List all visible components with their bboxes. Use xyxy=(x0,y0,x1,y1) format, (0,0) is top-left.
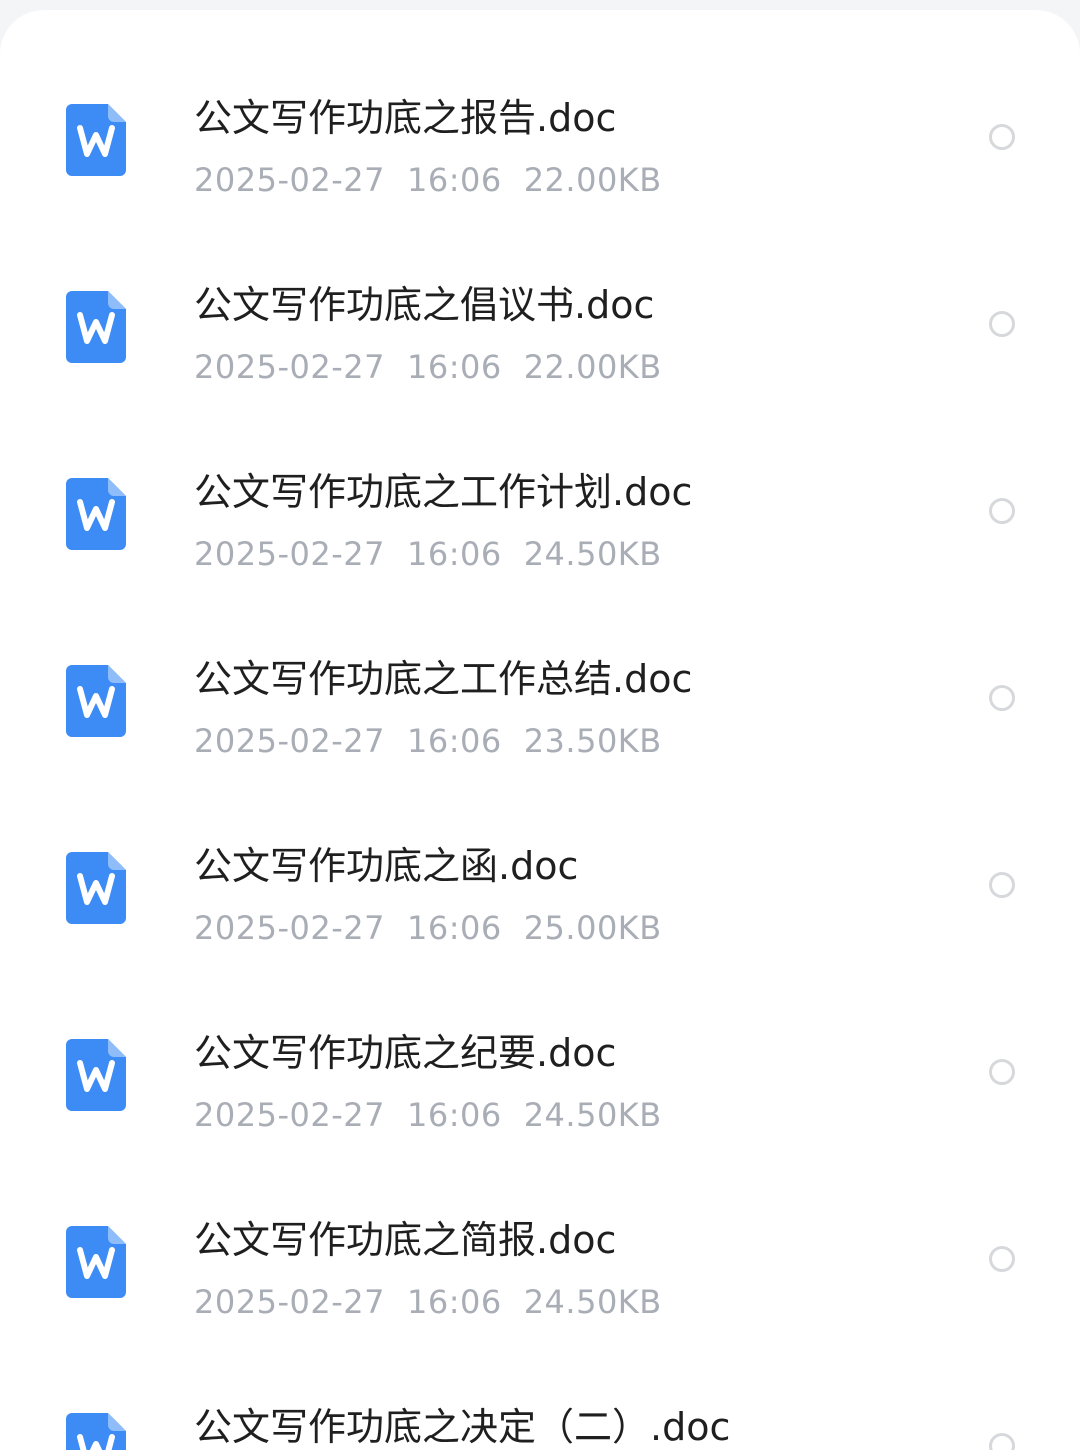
select-radio[interactable] xyxy=(989,685,1015,711)
file-row[interactable]: 公文写作功底之简报.doc 2025-02-27 16:06 24.50KB xyxy=(0,1122,1080,1321)
file-name: 公文写作功底之工作计划.doc xyxy=(194,470,693,514)
file-name: 公文写作功底之简报.doc xyxy=(194,1218,617,1262)
select-radio[interactable] xyxy=(989,1059,1015,1085)
file-name: 公文写作功底之纪要.doc xyxy=(194,1031,617,1075)
file-row[interactable]: 公文写作功底之函.doc 2025-02-27 16:06 25.00KB xyxy=(0,748,1080,947)
file-row[interactable]: 公文写作功底之纪要.doc 2025-02-27 16:06 24.50KB xyxy=(0,935,1080,1134)
file-name: 公文写作功底之函.doc xyxy=(194,844,579,888)
select-radio[interactable] xyxy=(989,311,1015,337)
select-radio[interactable] xyxy=(989,1433,1015,1450)
file-row[interactable]: 公文写作功底之倡议书.doc 2025-02-27 16:06 22.00KB xyxy=(0,187,1080,386)
select-radio[interactable] xyxy=(989,872,1015,898)
word-doc-icon xyxy=(66,104,126,176)
file-name: 公文写作功底之报告.doc xyxy=(194,96,617,140)
word-doc-icon xyxy=(66,478,126,550)
file-name: 公文写作功底之倡议书.doc xyxy=(194,283,655,327)
word-doc-icon xyxy=(66,1039,126,1111)
word-doc-icon xyxy=(66,665,126,737)
word-doc-icon xyxy=(66,852,126,924)
file-name: 公文写作功底之工作总结.doc xyxy=(194,657,693,701)
select-radio[interactable] xyxy=(989,498,1015,524)
file-row[interactable]: 公文写作功底之工作总结.doc 2025-02-27 16:06 23.50KB xyxy=(0,561,1080,760)
file-list-sheet: 公文写作功底之报告.doc 2025-02-27 16:06 22.00KB 公文写作功… xyxy=(0,10,1080,1450)
file-name: 公文写作功底之决定（二）.doc xyxy=(194,1405,731,1449)
file-row[interactable]: 公文写作功底之报告.doc 2025-02-27 16:06 22.00KB xyxy=(0,10,1080,199)
word-doc-icon xyxy=(66,1226,126,1298)
word-doc-icon xyxy=(66,291,126,363)
select-radio[interactable] xyxy=(989,124,1015,150)
select-radio[interactable] xyxy=(989,1246,1015,1272)
word-doc-icon xyxy=(66,1413,126,1450)
file-row[interactable]: 公文写作功底之决定（二）.doc xyxy=(0,1309,1080,1450)
file-row[interactable]: 公文写作功底之工作计划.doc 2025-02-27 16:06 24.50KB xyxy=(0,374,1080,573)
